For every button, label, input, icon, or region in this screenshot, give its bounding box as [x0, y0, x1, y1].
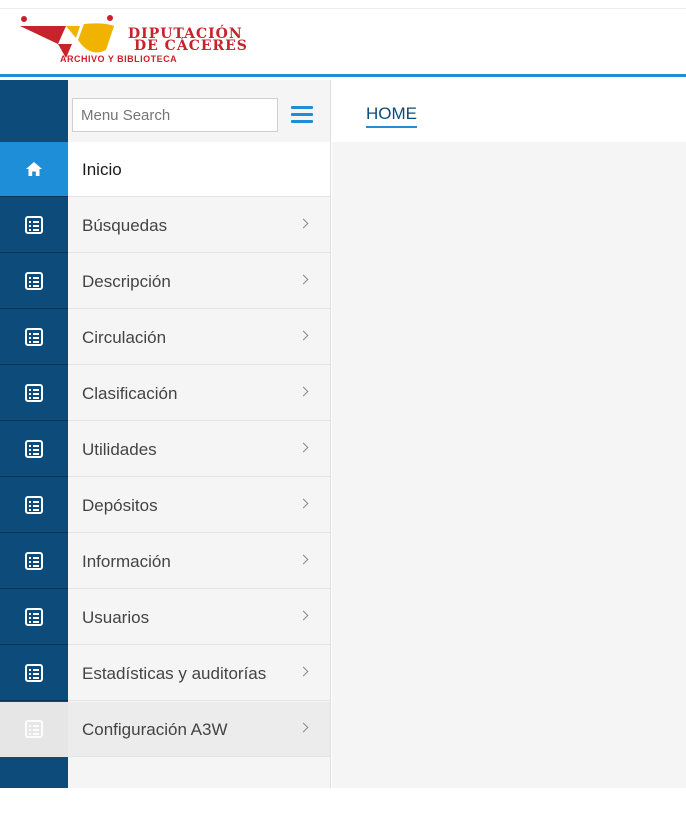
sidebar-item-label: Depósitos — [82, 496, 158, 515]
list-icon — [0, 534, 68, 589]
chevron-right-icon — [298, 610, 309, 621]
sidebar-item-body: Usuarios — [68, 590, 330, 645]
sidebar-item-label: Inicio — [82, 160, 122, 179]
sidebar-item-label: Estadísticas y auditorías — [82, 664, 267, 683]
list-icon — [0, 478, 68, 533]
sidebar-item-estadisticas-y-auditorias[interactable]: Estadísticas y auditorías — [0, 646, 331, 702]
hamburger-menu-icon[interactable] — [291, 106, 313, 124]
home-icon — [0, 142, 68, 197]
list-icon — [0, 422, 68, 477]
sidebar-item-label: Usuarios — [82, 608, 150, 627]
chevron-right-icon — [298, 666, 309, 677]
sidebar-item-body: Descripción — [68, 254, 330, 309]
app-header: DIPUTACIÓN DE CÁCERES ARCHIVO Y BIBLIOTE… — [0, 0, 686, 77]
page-bottom — [0, 788, 686, 815]
sidebar-item-body: Búsquedas — [68, 198, 330, 253]
sidebar-item-busquedas[interactable]: Búsquedas — [0, 198, 331, 254]
chevron-right-icon — [298, 442, 309, 453]
sidebar-item-descripcion[interactable]: Descripción — [0, 254, 331, 310]
header-divider — [0, 8, 686, 9]
sidebar-item-label: Utilidades — [82, 440, 157, 459]
sidebar-item-depositos[interactable]: Depósitos — [0, 478, 331, 534]
logo-title-line2: DE CÁCERES — [134, 38, 248, 54]
chevron-right-icon — [298, 274, 309, 285]
main-header: HOME — [332, 80, 686, 142]
chevron-right-icon — [298, 386, 309, 397]
sidebar-item-label: Descripción — [82, 272, 171, 291]
sidebar-item-body: Clasificación — [68, 366, 330, 421]
sidebar-item-body: Circulación — [68, 310, 330, 365]
sidebar-item-body: Información — [68, 534, 330, 589]
sidebar-item-body: Configuración A3W — [68, 702, 330, 757]
sidebar-item-body: Depósitos — [68, 478, 330, 533]
sidebar-item-body: Estadísticas y auditorías — [68, 646, 330, 701]
list-icon — [0, 590, 68, 645]
sidebar-item-circulacion[interactable]: Circulación — [0, 310, 331, 366]
sidebar-item-usuarios[interactable]: Usuarios — [0, 590, 331, 646]
chevron-right-icon — [298, 554, 309, 565]
list-icon — [0, 310, 68, 365]
list-icon — [0, 702, 68, 757]
list-icon — [0, 198, 68, 253]
rail-search-slot — [0, 80, 68, 142]
sidebar-item-clasificacion[interactable]: Clasificación — [0, 366, 331, 422]
sidebar-item-utilidades[interactable]: Utilidades — [0, 422, 331, 478]
sidebar-item-label: Circulación — [82, 328, 167, 347]
menu-search-input[interactable] — [72, 98, 278, 132]
sidebar-item-label: Información — [82, 552, 171, 571]
list-icon — [0, 254, 68, 309]
sidebar-item-informacion[interactable]: Información — [0, 534, 331, 590]
sidebar-item-body: Inicio — [68, 142, 330, 197]
breadcrumb-home[interactable]: HOME — [366, 104, 417, 128]
sidebar-item-body: Utilidades — [68, 422, 330, 477]
chevron-right-icon — [298, 498, 309, 509]
sidebar-item-label: Búsquedas — [82, 216, 168, 235]
main-content: HOME — [332, 80, 686, 788]
sidebar-item-inicio[interactable]: Inicio — [0, 142, 331, 198]
sidebar-item-configuracion-a3w[interactable]: Configuración A3W — [0, 702, 331, 758]
chevron-right-icon — [298, 218, 309, 229]
list-icon — [0, 646, 68, 701]
chevron-right-icon — [298, 330, 309, 341]
sidebar-item-label: Clasificación — [82, 384, 178, 403]
chevron-right-icon — [298, 722, 309, 733]
logo[interactable]: DIPUTACIÓN DE CÁCERES ARCHIVO Y BIBLIOTE… — [18, 14, 288, 68]
list-icon — [0, 366, 68, 421]
logo-subtitle: ARCHIVO Y BIBLIOTECA — [60, 54, 178, 64]
sidebar-item-label: Configuración A3W — [82, 720, 228, 739]
